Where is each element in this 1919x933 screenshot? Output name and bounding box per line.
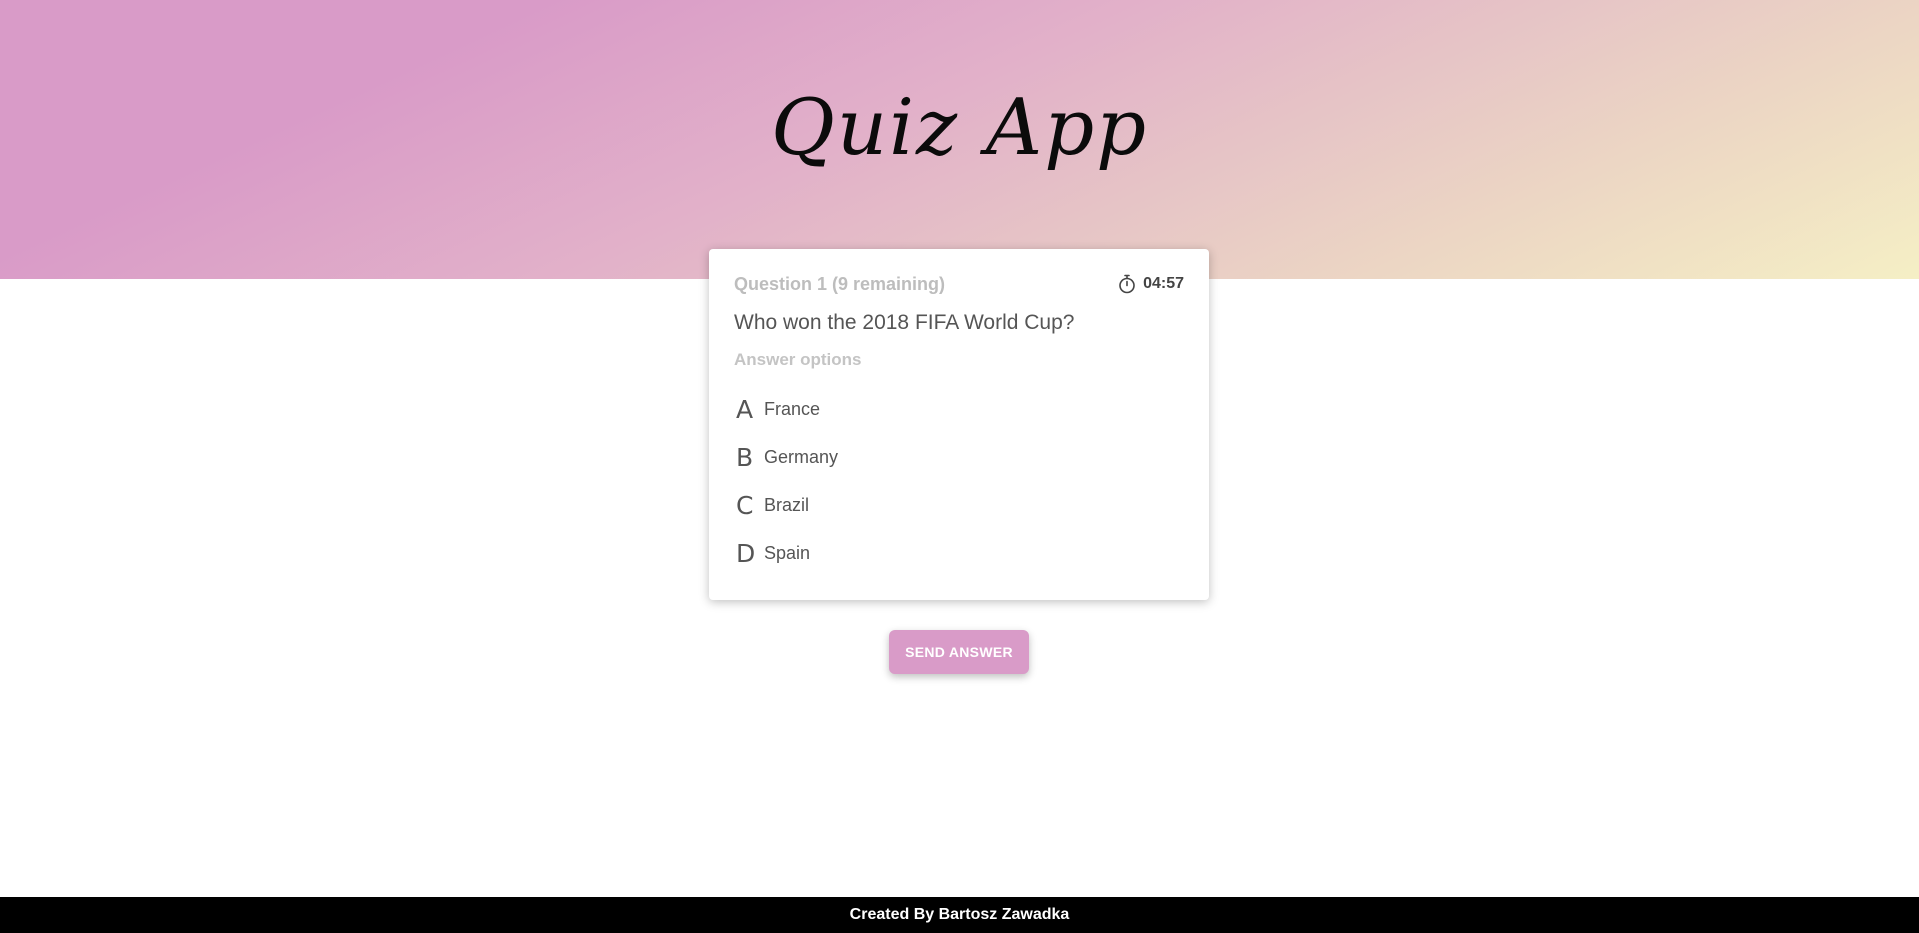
answer-option-c[interactable]: C Brazil — [736, 481, 838, 529]
option-letter: D — [736, 538, 756, 568]
footer: Created By Bartosz Zawadka — [0, 897, 1919, 933]
option-label: Spain — [764, 542, 811, 563]
answer-options-heading: Answer options — [734, 350, 862, 369]
option-label: Brazil — [764, 494, 810, 515]
send-answer-button[interactable]: SEND ANSWER — [889, 630, 1029, 674]
app-title: Quiz App — [770, 83, 1149, 173]
quiz-page: Quiz App Question 1 (9 remaining) 04:57 … — [0, 0, 1919, 933]
header-banner: Quiz App — [0, 0, 1919, 279]
answer-option-d[interactable]: D Spain — [736, 529, 838, 577]
question-counter: Question 1 (9 remaining) — [734, 274, 946, 294]
question-text: Who won the 2018 FIFA World Cup? — [734, 311, 1075, 334]
answer-options-list: A France B Germany C Brazil D Spain — [736, 385, 838, 577]
footer-credit: Created By Bartosz Zawadka — [849, 906, 1070, 923]
option-letter: A — [736, 394, 754, 424]
option-label: France — [764, 398, 821, 419]
timer: 04:57 — [1117, 274, 1184, 294]
option-letter: C — [736, 490, 754, 520]
question-card: Question 1 (9 remaining) 04:57 Who won t… — [709, 249, 1209, 600]
answer-option-b[interactable]: B Germany — [736, 433, 838, 481]
option-label: Germany — [764, 446, 839, 467]
option-letter: B — [736, 442, 754, 472]
stopwatch-icon — [1117, 274, 1137, 294]
timer-value: 04:57 — [1143, 275, 1184, 292]
answer-option-a[interactable]: A France — [736, 385, 838, 433]
